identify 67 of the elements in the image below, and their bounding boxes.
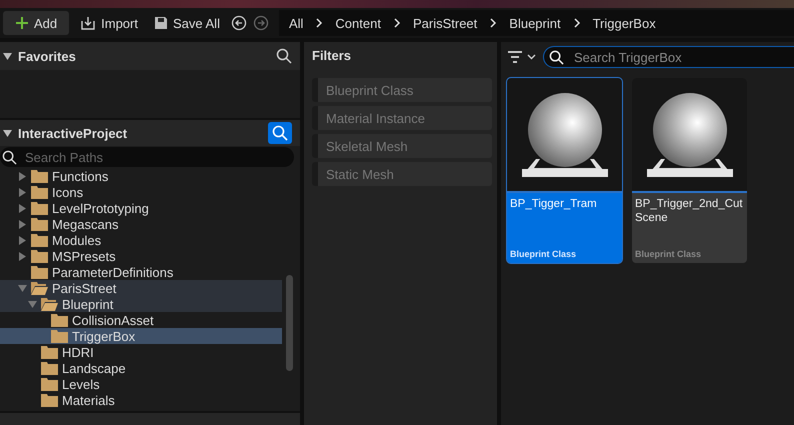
collapse-triangle-icon	[3, 130, 12, 136]
folder-icon	[31, 169, 48, 183]
search-input[interactable]: Search TriggerBox	[572, 48, 794, 66]
open-folder-icon	[41, 297, 58, 311]
folder-tree-item[interactable]: Megascans	[0, 216, 282, 232]
search-icon[interactable]	[276, 48, 292, 64]
import-button[interactable]: Import	[75, 11, 143, 35]
folder-tree-item[interactable]: ParisStreet	[0, 280, 282, 296]
search-input[interactable]: Search Paths	[23, 148, 294, 166]
folder-tree-item[interactable]: Functions	[0, 168, 282, 184]
project-header[interactable]: InteractiveProject	[0, 120, 300, 146]
search-field[interactable]: Search Paths	[0, 147, 294, 167]
folder-tree-item[interactable]: Materials	[0, 392, 282, 408]
search-icon	[2, 150, 17, 164]
panel-title: InteractiveProject	[18, 126, 128, 140]
import-icon	[80, 16, 96, 30]
folder-tree-item[interactable]: Blueprint	[0, 296, 282, 312]
folder-icon	[31, 185, 48, 199]
folder-tree-item[interactable]: TriggerBox	[0, 328, 282, 344]
breadcrumb-link[interactable]: TriggerBox	[592, 16, 656, 30]
asset-type: Blueprint Class	[635, 249, 702, 259]
folder-icon	[31, 201, 48, 215]
save-icon	[154, 16, 168, 30]
breadcrumb-link[interactable]: Content	[335, 16, 381, 30]
filters-title: Filters	[312, 47, 352, 65]
folder-icon	[31, 233, 48, 247]
folder-icon	[41, 393, 58, 407]
folder-tree-item[interactable]: MSPresets	[0, 248, 282, 264]
back-icon[interactable]	[230, 15, 247, 31]
chevron-right-icon	[392, 18, 401, 28]
folder-icon	[31, 217, 48, 231]
search-field[interactable]: Search TriggerBox	[543, 46, 794, 68]
plus-icon	[15, 16, 29, 30]
chevron-right-icon	[489, 18, 498, 28]
folder-tree-item[interactable]: ParameterDefinitions	[0, 264, 282, 280]
folder-icon	[41, 377, 58, 391]
open-folder-icon	[31, 281, 48, 295]
collapse-triangle-icon	[3, 52, 12, 60]
favorites-header[interactable]: Favorites	[0, 42, 300, 70]
folder-tree-item[interactable]: Landscape	[0, 360, 282, 376]
breadcrumb-link[interactable]: ParisStreet	[412, 16, 478, 30]
search-icon	[549, 50, 564, 64]
asset-name: BP_Trigger_2nd_Cut Scene	[635, 197, 744, 225]
folder-tree-item[interactable]: Modules	[0, 232, 282, 248]
add-button[interactable]: Add	[3, 11, 70, 35]
folder-tree-item[interactable]: LevelPrototyping	[0, 200, 282, 216]
panel-title: Favorites	[18, 48, 77, 64]
scrollbar[interactable]	[286, 275, 293, 371]
folder-tree-item[interactable]: Icons	[0, 184, 282, 200]
chevron-right-icon	[572, 18, 581, 28]
asset-name: BP_Tigger_Tram	[510, 197, 598, 211]
folder-icon	[31, 249, 48, 263]
folder-tree-item[interactable]: CollisionAsset	[0, 312, 282, 328]
filter-menu-icon[interactable]	[507, 50, 537, 64]
forward-icon[interactable]	[252, 15, 269, 31]
breadcrumb-link[interactable]: All	[288, 16, 304, 30]
asset-tile[interactable]: BP_Trigger_2nd_Cut Scene Blueprint Class	[632, 78, 747, 263]
folder-icon	[41, 361, 58, 375]
folder-icon	[51, 329, 68, 343]
chevron-right-icon	[315, 18, 324, 28]
save-all-button[interactable]: Save All	[148, 11, 225, 35]
asset-tile[interactable]: BP_Tigger_Tram Blueprint Class	[507, 78, 622, 263]
folder-tree-item[interactable]: Levels	[0, 376, 282, 392]
folder-tree-item[interactable]: HDRI	[0, 344, 282, 360]
breadcrumb-link[interactable]: Blueprint	[509, 16, 561, 30]
search-button[interactable]	[268, 122, 292, 144]
asset-type: Blueprint Class	[510, 249, 578, 259]
